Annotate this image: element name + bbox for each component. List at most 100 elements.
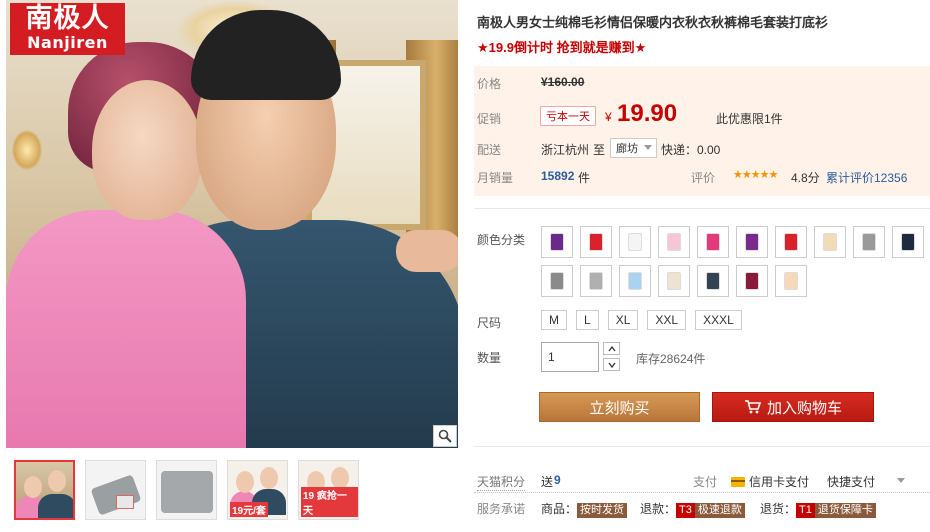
destination-select[interactable]: 廊坊 — [610, 138, 657, 158]
size-option[interactable]: XXL — [647, 310, 687, 330]
buy-now-button[interactable]: 立刻购买 — [539, 392, 700, 422]
monthly-sales-label: 月销量 — [477, 171, 514, 185]
service-shipping: 商品： 按时发货 — [541, 500, 628, 518]
monthly-sales-count: 15892 — [541, 169, 575, 183]
color-swatch-chip — [628, 272, 642, 290]
size-option[interactable]: XXXL — [695, 310, 742, 330]
color-swatch[interactable] — [541, 226, 573, 258]
chevron-up-icon — [607, 345, 616, 351]
quantity-increase-button[interactable] — [603, 342, 620, 355]
dropdown-arrow-icon — [644, 145, 652, 150]
original-price: ¥160.00 — [541, 75, 585, 89]
credit-card-icon — [731, 477, 745, 487]
color-swatch[interactable] — [619, 265, 651, 297]
add-to-cart-button[interactable]: 加入购物车 — [712, 392, 874, 422]
service-shipping-label: 商品： — [541, 502, 578, 516]
color-swatch[interactable] — [853, 226, 885, 258]
size-option[interactable]: L — [576, 310, 599, 330]
zoom-button[interactable] — [433, 425, 457, 447]
divider-top — [474, 208, 930, 209]
color-swatch[interactable] — [580, 265, 612, 297]
color-swatch-chip — [784, 272, 798, 290]
return-code-badge: T1 — [796, 503, 815, 518]
color-swatch[interactable] — [736, 265, 768, 297]
color-swatch[interactable] — [814, 226, 846, 258]
quantity-label: 数量 — [477, 351, 502, 365]
thumbnail-badge-1: 19元/套 — [230, 502, 268, 517]
color-swatch-chip — [667, 272, 681, 290]
monthly-sales-unit: 件 — [578, 171, 591, 185]
delivery-to-word: 至 — [593, 143, 606, 157]
review-count-link[interactable]: 累计评价12356 — [826, 169, 907, 186]
rating-label: 评价 — [691, 171, 716, 185]
refund-code-badge: T3 — [676, 503, 695, 518]
model-woman-face — [92, 80, 202, 220]
chevron-down-icon — [607, 362, 616, 368]
thumbnail-2[interactable] — [85, 460, 146, 520]
service-return-label: 退货： — [760, 502, 797, 516]
currency-symbol: ¥ — [605, 110, 612, 124]
color-swatch-chip — [823, 233, 837, 251]
cart-icon — [744, 400, 761, 414]
color-swatch[interactable] — [697, 265, 729, 297]
divider-dotted — [474, 492, 930, 493]
color-swatch[interactable] — [775, 265, 807, 297]
divider-bottom — [474, 446, 930, 447]
price-label: 价格 — [477, 77, 502, 91]
color-swatch-chip — [784, 233, 798, 251]
color-swatch[interactable] — [541, 265, 573, 297]
stock-count: 库存28624件 — [636, 352, 706, 366]
color-swatch-chip — [628, 233, 642, 251]
color-swatch[interactable] — [619, 226, 651, 258]
color-swatch[interactable] — [697, 226, 729, 258]
color-swatch-chip — [589, 233, 603, 251]
limit-note: 此优惠限1件 — [716, 112, 783, 126]
lamp-left — [12, 130, 42, 170]
color-swatch-chip — [745, 272, 759, 290]
promo-price-label: 促销 — [477, 112, 502, 126]
points-prefix: 送 — [541, 475, 554, 489]
fast-refund-badge[interactable]: 极速退款 — [694, 503, 745, 518]
payment-quick: 快捷支付 — [827, 475, 876, 489]
product-title: 南极人男女士纯棉毛衫情侣保暖内衣秋衣秋裤棉毛套装打底衫 — [477, 15, 829, 30]
shipping-fee: 快递：0.00 — [661, 143, 721, 157]
return-guarantee-badge[interactable]: 退货保障卡 — [814, 503, 876, 518]
destination-value: 廊坊 — [616, 143, 638, 155]
color-swatch[interactable] — [736, 226, 768, 258]
thumbnail-strip: 19元/套 19 疯抢一天 — [14, 460, 359, 520]
delivery-label: 配送 — [477, 143, 502, 157]
promo-price: 19.90 — [617, 100, 678, 127]
color-swatch-list — [541, 226, 930, 297]
color-swatch-chip — [550, 233, 564, 251]
model-woman-shirt — [6, 210, 246, 448]
service-refund: 退款： T3 极速退款 — [640, 500, 745, 518]
size-label: 尺码 — [477, 316, 502, 330]
thumbnail-5[interactable]: 19 疯抢一天 — [298, 460, 359, 520]
color-swatch[interactable] — [580, 226, 612, 258]
color-swatch[interactable] — [658, 265, 690, 297]
color-swatch-chip — [550, 272, 564, 290]
color-swatch[interactable] — [892, 226, 924, 258]
color-swatch-chip — [706, 272, 720, 290]
tmall-points-link[interactable]: 天猫积分 — [477, 473, 526, 491]
service-refund-label: 退款： — [640, 502, 677, 516]
on-time-shipping-badge[interactable]: 按时发货 — [577, 503, 628, 518]
main-product-image[interactable] — [6, 0, 458, 448]
delivery-from: 浙江杭州 — [541, 143, 590, 157]
color-swatch-chip — [589, 272, 603, 290]
payment-label: 支付 — [693, 475, 718, 489]
color-swatch[interactable] — [658, 226, 690, 258]
thumbnail-1[interactable] — [14, 460, 75, 520]
size-option[interactable]: XL — [607, 310, 639, 330]
color-swatch[interactable] — [775, 226, 807, 258]
size-option-list: M L XL XXL XXXL — [541, 310, 742, 330]
service-label: 服务承诺 — [477, 502, 526, 516]
thumbnail-4[interactable]: 19元/套 — [227, 460, 288, 520]
quantity-decrease-button[interactable] — [603, 358, 620, 371]
payment-dropdown-icon[interactable] — [897, 478, 905, 483]
payment-method: 信用卡支付 — [749, 475, 810, 489]
thumbnail-3[interactable] — [156, 460, 217, 520]
size-option[interactable]: M — [541, 310, 567, 330]
quantity-input[interactable] — [541, 342, 599, 372]
promo-slogan: ★19.9倒计时 抢到就是赚到★ — [477, 40, 647, 55]
